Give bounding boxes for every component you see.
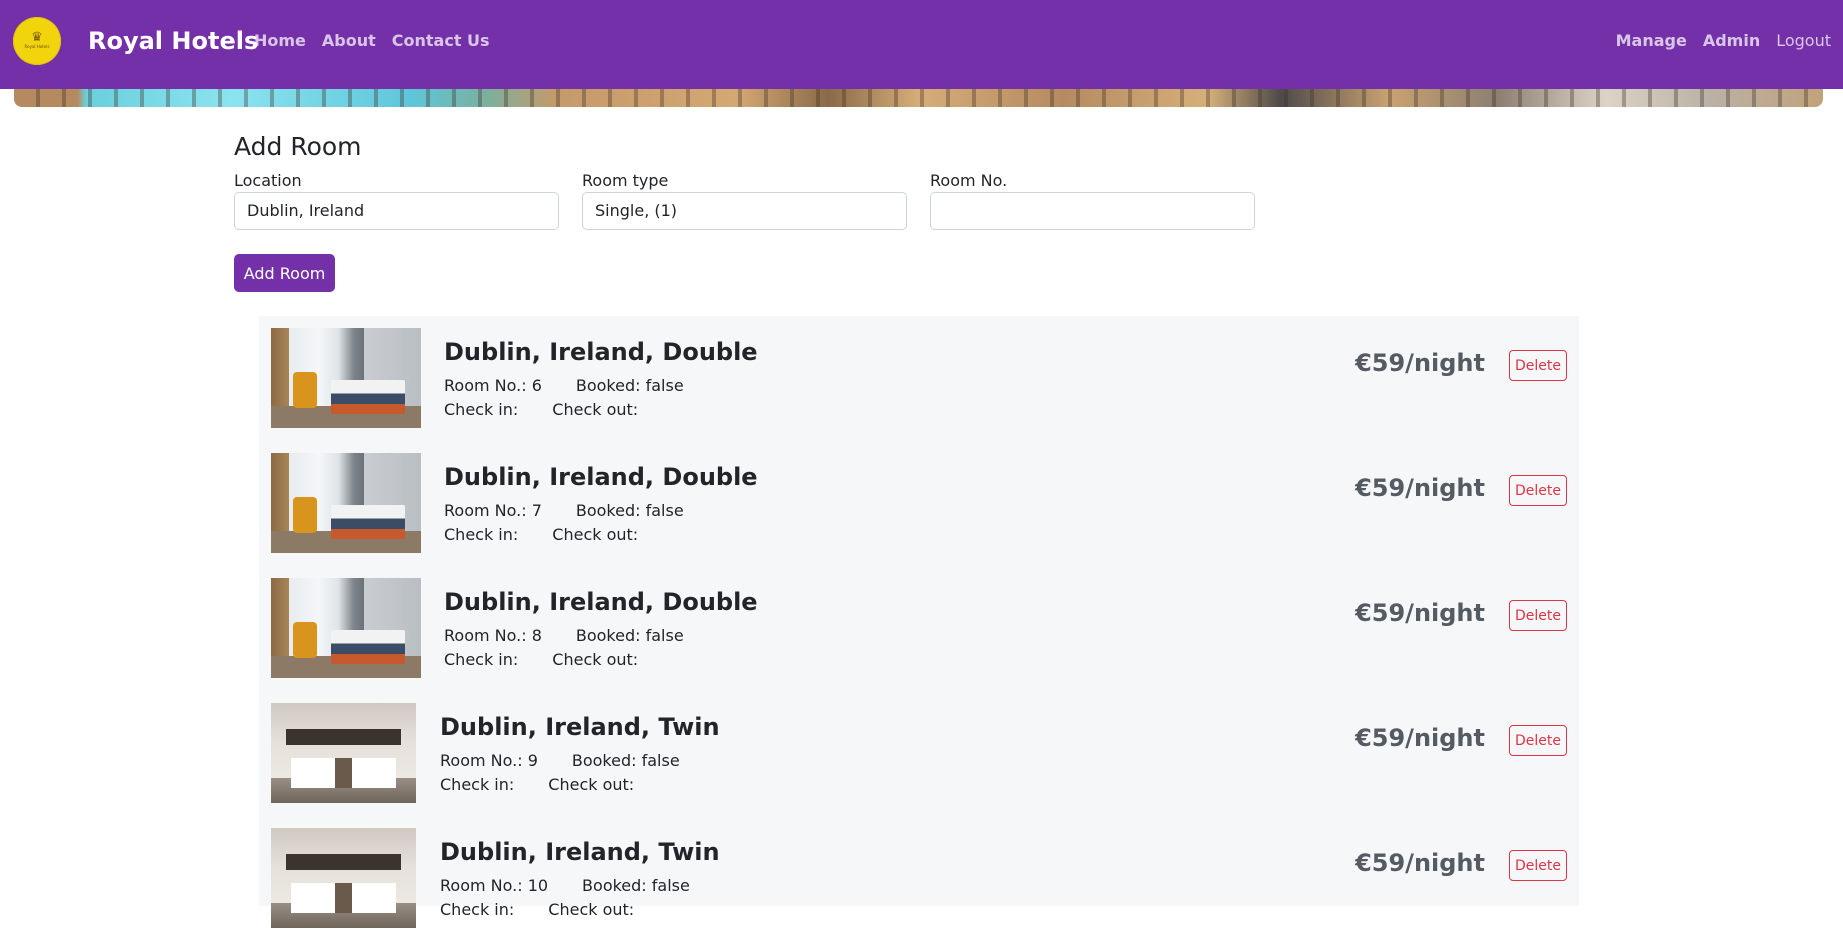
room-dates-row: Check in: Check out: [440,900,634,919]
room-no-label: Room No. [930,171,1008,190]
room-thumbnail [271,828,416,928]
room-price: €59/night [1355,724,1485,752]
room-dates-row: Check in: Check out: [444,525,638,544]
room-list: Dublin, Ireland, Double Room No.: 6 Book… [259,316,1579,928]
booked-status: Booked: false [571,751,680,770]
room-price: €59/night [1355,599,1485,627]
nav-admin-link[interactable]: Admin [1703,31,1760,50]
check-in: Check in: [440,900,515,919]
room-card: Dublin, Ireland, Twin Room No.: 10 Booke… [259,816,1579,941]
room-title: Dublin, Ireland, Double [444,463,758,491]
room-type-select[interactable]: Single, (1) [582,192,907,230]
add-room-heading: Add Room [234,132,362,161]
check-out: Check out: [548,775,635,794]
room-card: Dublin, Ireland, Twin Room No.: 9 Booked… [259,691,1579,816]
room-info-row: Room No.: 8 Booked: false [444,626,684,645]
room-dates-row: Check in: Check out: [444,400,638,419]
room-number: Room No.: 6 [444,376,542,395]
top-navbar: ♛ Royal Hotels Royal Hotels Home About C… [0,0,1843,89]
nav-left: Home About Contact Us [254,31,490,50]
booked-status: Booked: false [575,626,684,645]
room-price: €59/night [1355,349,1485,377]
check-out: Check out: [552,525,639,544]
hotel-logo[interactable]: ♛ Royal Hotels [13,17,61,65]
room-card: Dublin, Ireland, Double Room No.: 7 Book… [259,441,1579,566]
nav-manage-link[interactable]: Manage [1616,31,1687,50]
room-type-label: Room type [582,171,669,190]
delete-room-button[interactable]: Delete [1509,475,1567,506]
room-title: Dublin, Ireland, Twin [440,713,720,741]
room-dates-row: Check in: Check out: [440,775,634,794]
check-out: Check out: [552,650,639,669]
room-info-row: Room No.: 6 Booked: false [444,376,684,395]
room-thumbnail [271,703,416,803]
room-info-row: Room No.: 9 Booked: false [440,751,680,770]
location-label: Location [234,171,302,190]
delete-room-button[interactable]: Delete [1509,725,1567,756]
crown-icon: ♛ [31,30,43,45]
room-number: Room No.: 9 [440,751,538,770]
room-card: Dublin, Ireland, Double Room No.: 8 Book… [259,566,1579,691]
room-thumbnail [271,578,421,678]
booked-status: Booked: false [575,376,684,395]
room-info-row: Room No.: 7 Booked: false [444,501,684,520]
room-title: Dublin, Ireland, Double [444,338,758,366]
check-out: Check out: [548,900,635,919]
check-in: Check in: [444,525,519,544]
room-number: Room No.: 8 [444,626,542,645]
nav-right: Manage Admin Logout [1616,31,1831,50]
logo-text: Royal Hotels [24,44,50,49]
hero-banner-image [14,86,1823,107]
room-price: €59/night [1355,849,1485,877]
nav-logout-link[interactable]: Logout [1776,31,1831,50]
room-dates-row: Check in: Check out: [444,650,638,669]
check-in: Check in: [444,400,519,419]
check-out: Check out: [552,400,639,419]
delete-room-button[interactable]: Delete [1509,600,1567,631]
room-info-row: Room No.: 10 Booked: false [440,876,690,895]
brand-name[interactable]: Royal Hotels [88,27,258,55]
room-no-input[interactable] [930,192,1255,230]
booked-status: Booked: false [582,876,690,895]
nav-contact-link[interactable]: Contact Us [392,31,490,50]
room-thumbnail [271,328,421,428]
check-in: Check in: [444,650,519,669]
room-price: €59/night [1355,474,1485,502]
room-title: Dublin, Ireland, Double [444,588,758,616]
nav-about-link[interactable]: About [322,31,376,50]
delete-room-button[interactable]: Delete [1509,350,1567,381]
delete-room-button[interactable]: Delete [1509,850,1567,881]
room-number: Room No.: 10 [440,876,549,895]
room-card: Dublin, Ireland, Double Room No.: 6 Book… [259,316,1579,441]
room-title: Dublin, Ireland, Twin [440,838,720,866]
nav-home-link[interactable]: Home [254,31,306,50]
check-in: Check in: [440,775,515,794]
location-select[interactable]: Dublin, Ireland [234,192,559,230]
add-room-button[interactable]: Add Room [234,254,335,292]
room-thumbnail [271,453,421,553]
booked-status: Booked: false [575,501,684,520]
room-number: Room No.: 7 [444,501,542,520]
